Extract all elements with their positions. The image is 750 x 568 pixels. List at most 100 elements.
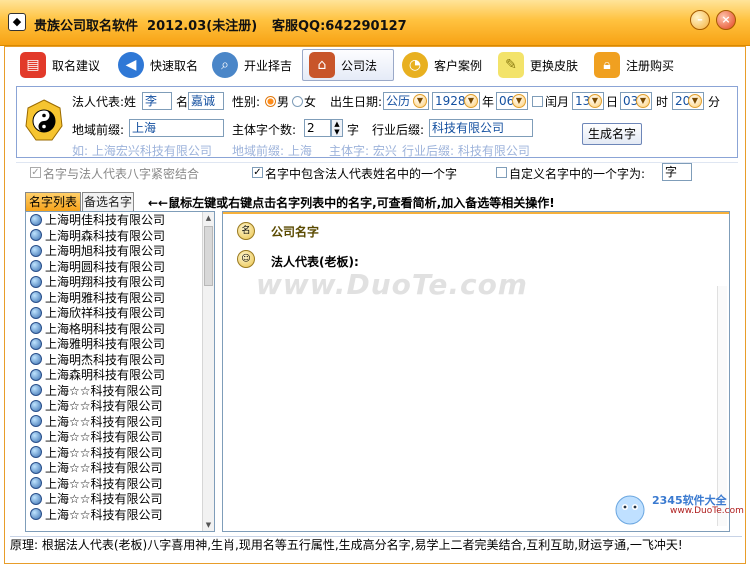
tab-name-list[interactable]: 名字列表 [25,192,81,211]
list-item[interactable]: 上海明旭科技有限公司 [26,243,214,259]
app-icon: ◆ [8,13,26,31]
list-item[interactable]: 上海明佳科技有限公司 [26,212,214,228]
day-select[interactable]: 03 ▼ [620,92,652,110]
window-title: 贵族公司取名软件 2012.03(未注册) [34,19,258,34]
list-item[interactable]: 上海明圆科技有限公司 [26,259,214,275]
list-item-label: 上海明杰科技有限公司 [45,352,166,367]
list-item[interactable]: 上海明雅科技有限公司 [26,290,214,306]
list-item[interactable]: 上海明森科技有限公司 [26,228,214,244]
scroll-down-icon[interactable]: ▼ [203,519,214,531]
gender-male-radio[interactable] [265,96,276,107]
toolbar-label: 快速取名 [150,58,199,73]
book-icon: ▤ [20,52,46,78]
list-item[interactable]: 上海☆☆科技有限公司 [26,398,214,414]
scroll-up-icon[interactable]: ▲ [203,212,214,224]
gender-female-radio[interactable] [292,96,303,107]
generate-names-button[interactable]: 生成名字 [582,123,642,145]
name-icon [30,306,42,319]
toolbar-opening-date[interactable]: ⌕ 开业择吉 [206,49,298,81]
list-item-label: 上海☆☆科技有限公司 [45,461,163,476]
name-icon [30,430,42,443]
list-item[interactable]: 上海明杰科技有限公司 [26,352,214,368]
year-select[interactable]: 1928 ▼ [432,92,480,110]
list-item[interactable]: 上海☆☆科技有限公司 [26,476,214,492]
house-icon: ⌂ [309,52,335,78]
list-item[interactable]: 上海☆☆科技有限公司 [26,383,214,399]
list-item-label: 上海欣祥科技有限公司 [45,306,166,321]
list-item[interactable]: 上海☆☆科技有限公司 [26,491,214,507]
list-item[interactable]: 上海☆☆科技有限公司 [26,507,214,523]
list-item-label: 上海☆☆科技有限公司 [45,476,163,491]
toolbar-client-cases[interactable]: ◔ 客户案例 [396,49,488,81]
tab-candidates[interactable]: 备选名字 [82,192,134,211]
toolbar-label: 注册购买 [626,58,675,73]
main-count-input[interactable]: 2 [304,119,331,137]
list-item[interactable]: 上海森明科技有限公司 [26,367,214,383]
list-item[interactable]: 上海欣祥科技有限公司 [26,305,214,321]
list-item[interactable]: 上海格明科技有限公司 [26,321,214,337]
custom-char-input[interactable]: 字 [662,163,692,181]
leap-month-select[interactable]: 13 ▼ [572,92,604,110]
name-list[interactable]: 上海明佳科技有限公司 上海明森科技有限公司 上海明旭科技有限公司 上海明圆科技有… [25,211,215,532]
birth-date-label: 出生日期: [330,95,383,109]
name-icon [30,275,42,288]
list-item-label: 上海森明科技有限公司 [45,368,166,383]
leap-month-checkbox[interactable] [532,96,543,107]
custom-char-checkbox[interactable] [496,167,507,178]
toolbar-label: 公司法 [341,58,378,73]
name-icon [30,291,42,304]
toolbar-quick-naming[interactable]: ◀ 快速取名 [112,49,204,81]
industry-input[interactable]: 科技有限公司 [429,119,533,137]
list-item[interactable]: 上海☆☆科技有限公司 [26,429,214,445]
detail-top-border [223,212,729,214]
bazi-checkbox[interactable]: ✓ [30,167,41,178]
minimize-button[interactable]: – [690,10,710,30]
list-item-label: 上海明雅科技有限公司 [45,290,166,305]
chevron-down-icon: ▼ [636,94,650,108]
list-item-label: 上海☆☆科技有限公司 [45,507,163,522]
list-item[interactable]: 上海雅明科技有限公司 [26,336,214,352]
given-name-input[interactable]: 嘉诚 [188,92,224,110]
name-icon [30,353,42,366]
close-button[interactable]: × [716,10,736,30]
calendar-select[interactable]: 公历 ▼ [383,92,429,110]
toolbar-label: 开业择吉 [244,58,293,73]
name-icon [30,492,42,505]
region-input[interactable]: 上海 [129,119,224,137]
scroll-thumb[interactable] [204,226,213,286]
name-icon [30,244,42,257]
hour-select[interactable]: 20 ▼ [672,92,704,110]
gender-female-label: 女 [304,95,317,109]
toolbar-label: 客户案例 [434,58,483,73]
lock-icon: 🔒︎ [594,52,620,78]
legal-rep-label: 法人代表:姓 [72,95,137,109]
toolbar-naming-advice[interactable]: ▤ 取名建议 [14,49,106,81]
toolbar-register[interactable]: 🔒︎ 注册购买 [588,49,680,81]
list-item[interactable]: 上海☆☆科技有限公司 [26,460,214,476]
name-icon [30,229,42,242]
list-item-label: 上海明翔科技有限公司 [45,275,166,290]
custom-char-label: 自定义名字中的一个字为: [509,167,646,181]
2345-watermark: 2345软件大全 www.DuoTe.com [610,488,746,528]
back-arrow-icon: ◀ [118,52,144,78]
list-item-label: 上海☆☆科技有限公司 [45,399,163,414]
list-item-label: 上海☆☆科技有限公司 [45,414,163,429]
month-select[interactable]: 06 ▼ [496,92,528,110]
surname-input[interactable]: 李 [142,92,172,110]
list-scrollbar[interactable]: ▲ ▼ [202,212,214,531]
close-icon: × [721,13,731,26]
clock-icon: ◔ [402,52,428,78]
name-icon [30,260,42,273]
name-seal-icon: 名 [237,222,255,240]
list-item[interactable]: 上海☆☆科技有限公司 [26,414,214,430]
list-item-label: 上海☆☆科技有限公司 [45,445,163,460]
list-item[interactable]: 上海☆☆科技有限公司 [26,445,214,461]
name-icon [30,213,42,226]
toolbar-change-skin[interactable]: ✎ 更换皮肤 [492,49,584,81]
list-item[interactable]: 上海明翔科技有限公司 [26,274,214,290]
main-count-spinner[interactable]: ▲ ▼ [331,119,343,137]
taiji-icon [25,99,63,141]
given-name-label: 名 [176,95,189,109]
include-char-checkbox[interactable]: ✓ [252,167,263,178]
toolbar-company-law[interactable]: ⌂ 公司法 [302,49,394,81]
